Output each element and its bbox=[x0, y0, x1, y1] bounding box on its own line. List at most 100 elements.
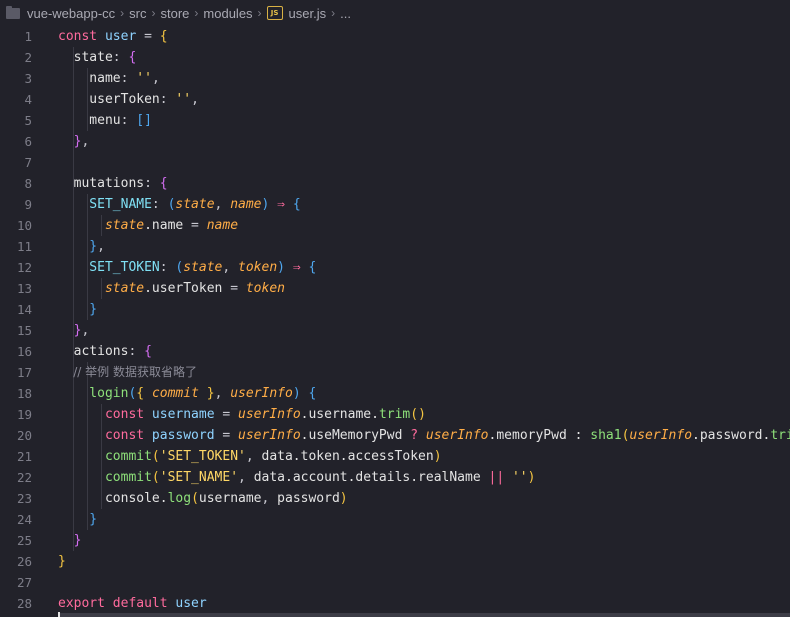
code-line[interactable]: 19 const username = userInfo.username.tr… bbox=[0, 404, 790, 425]
code-token: .memoryPwd : bbox=[488, 428, 591, 443]
code-line[interactable]: 15 }, bbox=[0, 320, 790, 341]
code-token: , bbox=[214, 197, 231, 212]
code-token: = bbox=[183, 218, 207, 233]
code-token: data.account.details.realName bbox=[253, 470, 489, 485]
code-token: { bbox=[159, 29, 168, 44]
code-token: , bbox=[191, 92, 199, 107]
code-token: state bbox=[175, 197, 215, 212]
code-token: , bbox=[261, 491, 278, 506]
code-token: trim bbox=[770, 428, 790, 443]
chevron-right-icon: › bbox=[194, 6, 199, 20]
chevron-right-icon: › bbox=[331, 6, 336, 20]
line-number: 3 bbox=[24, 71, 32, 86]
code-line[interactable]: 7 bbox=[0, 152, 790, 173]
line-number: 6 bbox=[24, 134, 32, 149]
code-token: state bbox=[58, 281, 145, 296]
code-token: userInfo bbox=[425, 428, 489, 443]
code-token: ⇒ bbox=[285, 260, 309, 275]
code-token: actions bbox=[58, 344, 129, 359]
code-line[interactable]: 25 } bbox=[0, 530, 790, 551]
code-token: : bbox=[120, 71, 137, 86]
code-token: const bbox=[58, 428, 152, 443]
code-line[interactable]: 10 state.name = name bbox=[0, 215, 790, 236]
code-line[interactable]: 20 const password = userInfo.useMemoryPw… bbox=[0, 425, 790, 446]
code-token: , bbox=[238, 470, 254, 485]
code-token: ) bbox=[433, 449, 442, 464]
code-token: 'SET_NAME' bbox=[159, 470, 239, 485]
code-token: menu bbox=[58, 113, 121, 128]
code-line[interactable]: 6 }, bbox=[0, 131, 790, 152]
breadcrumb-item-src[interactable]: src bbox=[129, 6, 146, 21]
code-token: { bbox=[292, 197, 301, 212]
code-token: .name bbox=[144, 218, 184, 233]
code-line[interactable]: 1 const user = { bbox=[0, 26, 790, 47]
breadcrumb-item-file[interactable]: user.js bbox=[289, 6, 327, 21]
code-line[interactable]: 4 userToken: '', bbox=[0, 89, 790, 110]
code-token: } bbox=[198, 386, 215, 401]
code-token: const bbox=[58, 407, 152, 422]
code-token: || bbox=[488, 470, 505, 485]
horizontal-scrollbar[interactable] bbox=[60, 613, 790, 617]
text-cursor bbox=[58, 612, 60, 617]
breadcrumb-item-store[interactable]: store bbox=[161, 6, 190, 21]
breadcrumb-item-project[interactable]: vue-webapp-cc bbox=[27, 6, 115, 21]
code-token: token bbox=[238, 260, 278, 275]
code-line[interactable]: 18 login({ commit }, userInfo) { bbox=[0, 383, 790, 404]
code-line[interactable]: 9 SET_NAME: (state, name) ⇒ { bbox=[0, 194, 790, 215]
code-text: }, bbox=[58, 320, 90, 341]
code-token: : bbox=[144, 176, 160, 191]
line-number: 20 bbox=[16, 428, 32, 443]
code-editor[interactable]: 1 const user = {2 state: {3 name: '', 4 us… bbox=[0, 26, 790, 617]
code-token: : bbox=[112, 50, 129, 65]
code-token: } bbox=[58, 302, 98, 317]
code-text: menu: [] bbox=[58, 110, 152, 131]
code-token: ) bbox=[339, 491, 348, 506]
code-line[interactable]: 2 state: { bbox=[0, 47, 790, 68]
line-number: 13 bbox=[16, 281, 32, 296]
code-line[interactable]: 12 SET_TOKEN: (state, token) ⇒ { bbox=[0, 257, 790, 278]
code-token: // 举例 数据获取省略了 bbox=[58, 365, 197, 379]
code-token: ) bbox=[527, 470, 536, 485]
code-line[interactable]: 26} bbox=[0, 551, 790, 572]
breadcrumb-item-modules[interactable]: modules bbox=[203, 6, 252, 21]
code-text: const user = { bbox=[58, 26, 168, 47]
code-line[interactable]: 14 } bbox=[0, 299, 790, 320]
code-line[interactable]: 21 commit('SET_TOKEN', data.token.access… bbox=[0, 446, 790, 467]
chevron-right-icon: › bbox=[151, 6, 156, 20]
code-line[interactable]: 3 name: '', bbox=[0, 68, 790, 89]
code-line[interactable]: 28 export default user bbox=[0, 593, 790, 614]
code-token: , bbox=[151, 71, 160, 86]
code-text: } bbox=[58, 551, 66, 572]
code-line[interactable]: 24 } bbox=[0, 509, 790, 530]
line-number: 12 bbox=[16, 260, 32, 275]
code-token: userInfo bbox=[238, 428, 301, 443]
code-line[interactable]: 22 commit('SET_NAME', data.account.detai… bbox=[0, 467, 790, 488]
line-number: 27 bbox=[16, 575, 32, 590]
code-token: .useMemoryPwd bbox=[300, 428, 411, 443]
line-number: 11 bbox=[16, 239, 32, 254]
breadcrumb-item-symbol[interactable]: ... bbox=[340, 6, 351, 21]
code-token: = bbox=[214, 407, 239, 422]
code-line[interactable]: 13 state.userToken = token bbox=[0, 278, 790, 299]
code-line[interactable]: 11 }, bbox=[0, 236, 790, 257]
code-token: state bbox=[183, 260, 223, 275]
line-number: 23 bbox=[16, 491, 32, 506]
code-token: .username. bbox=[300, 407, 379, 422]
chevron-right-icon: › bbox=[120, 6, 125, 20]
code-line[interactable]: 23 console.log(username, password) bbox=[0, 488, 790, 509]
code-token: '' bbox=[136, 71, 152, 86]
code-text: } bbox=[58, 530, 82, 551]
code-token: commit bbox=[58, 449, 152, 464]
code-line[interactable]: 5 menu: [] bbox=[0, 110, 790, 131]
code-token: } bbox=[58, 533, 82, 548]
code-token: ) bbox=[277, 260, 285, 275]
line-number: 9 bbox=[24, 197, 32, 212]
code-token: name bbox=[206, 218, 239, 233]
code-line[interactable]: 16 actions: { bbox=[0, 341, 790, 362]
code-line[interactable]: 17 // 举例 数据获取省略了 bbox=[0, 362, 790, 383]
line-number: 8 bbox=[24, 176, 32, 191]
code-line[interactable]: 27 bbox=[0, 572, 790, 593]
code-line[interactable]: 8 mutations: { bbox=[0, 173, 790, 194]
code-token: : bbox=[159, 92, 176, 107]
